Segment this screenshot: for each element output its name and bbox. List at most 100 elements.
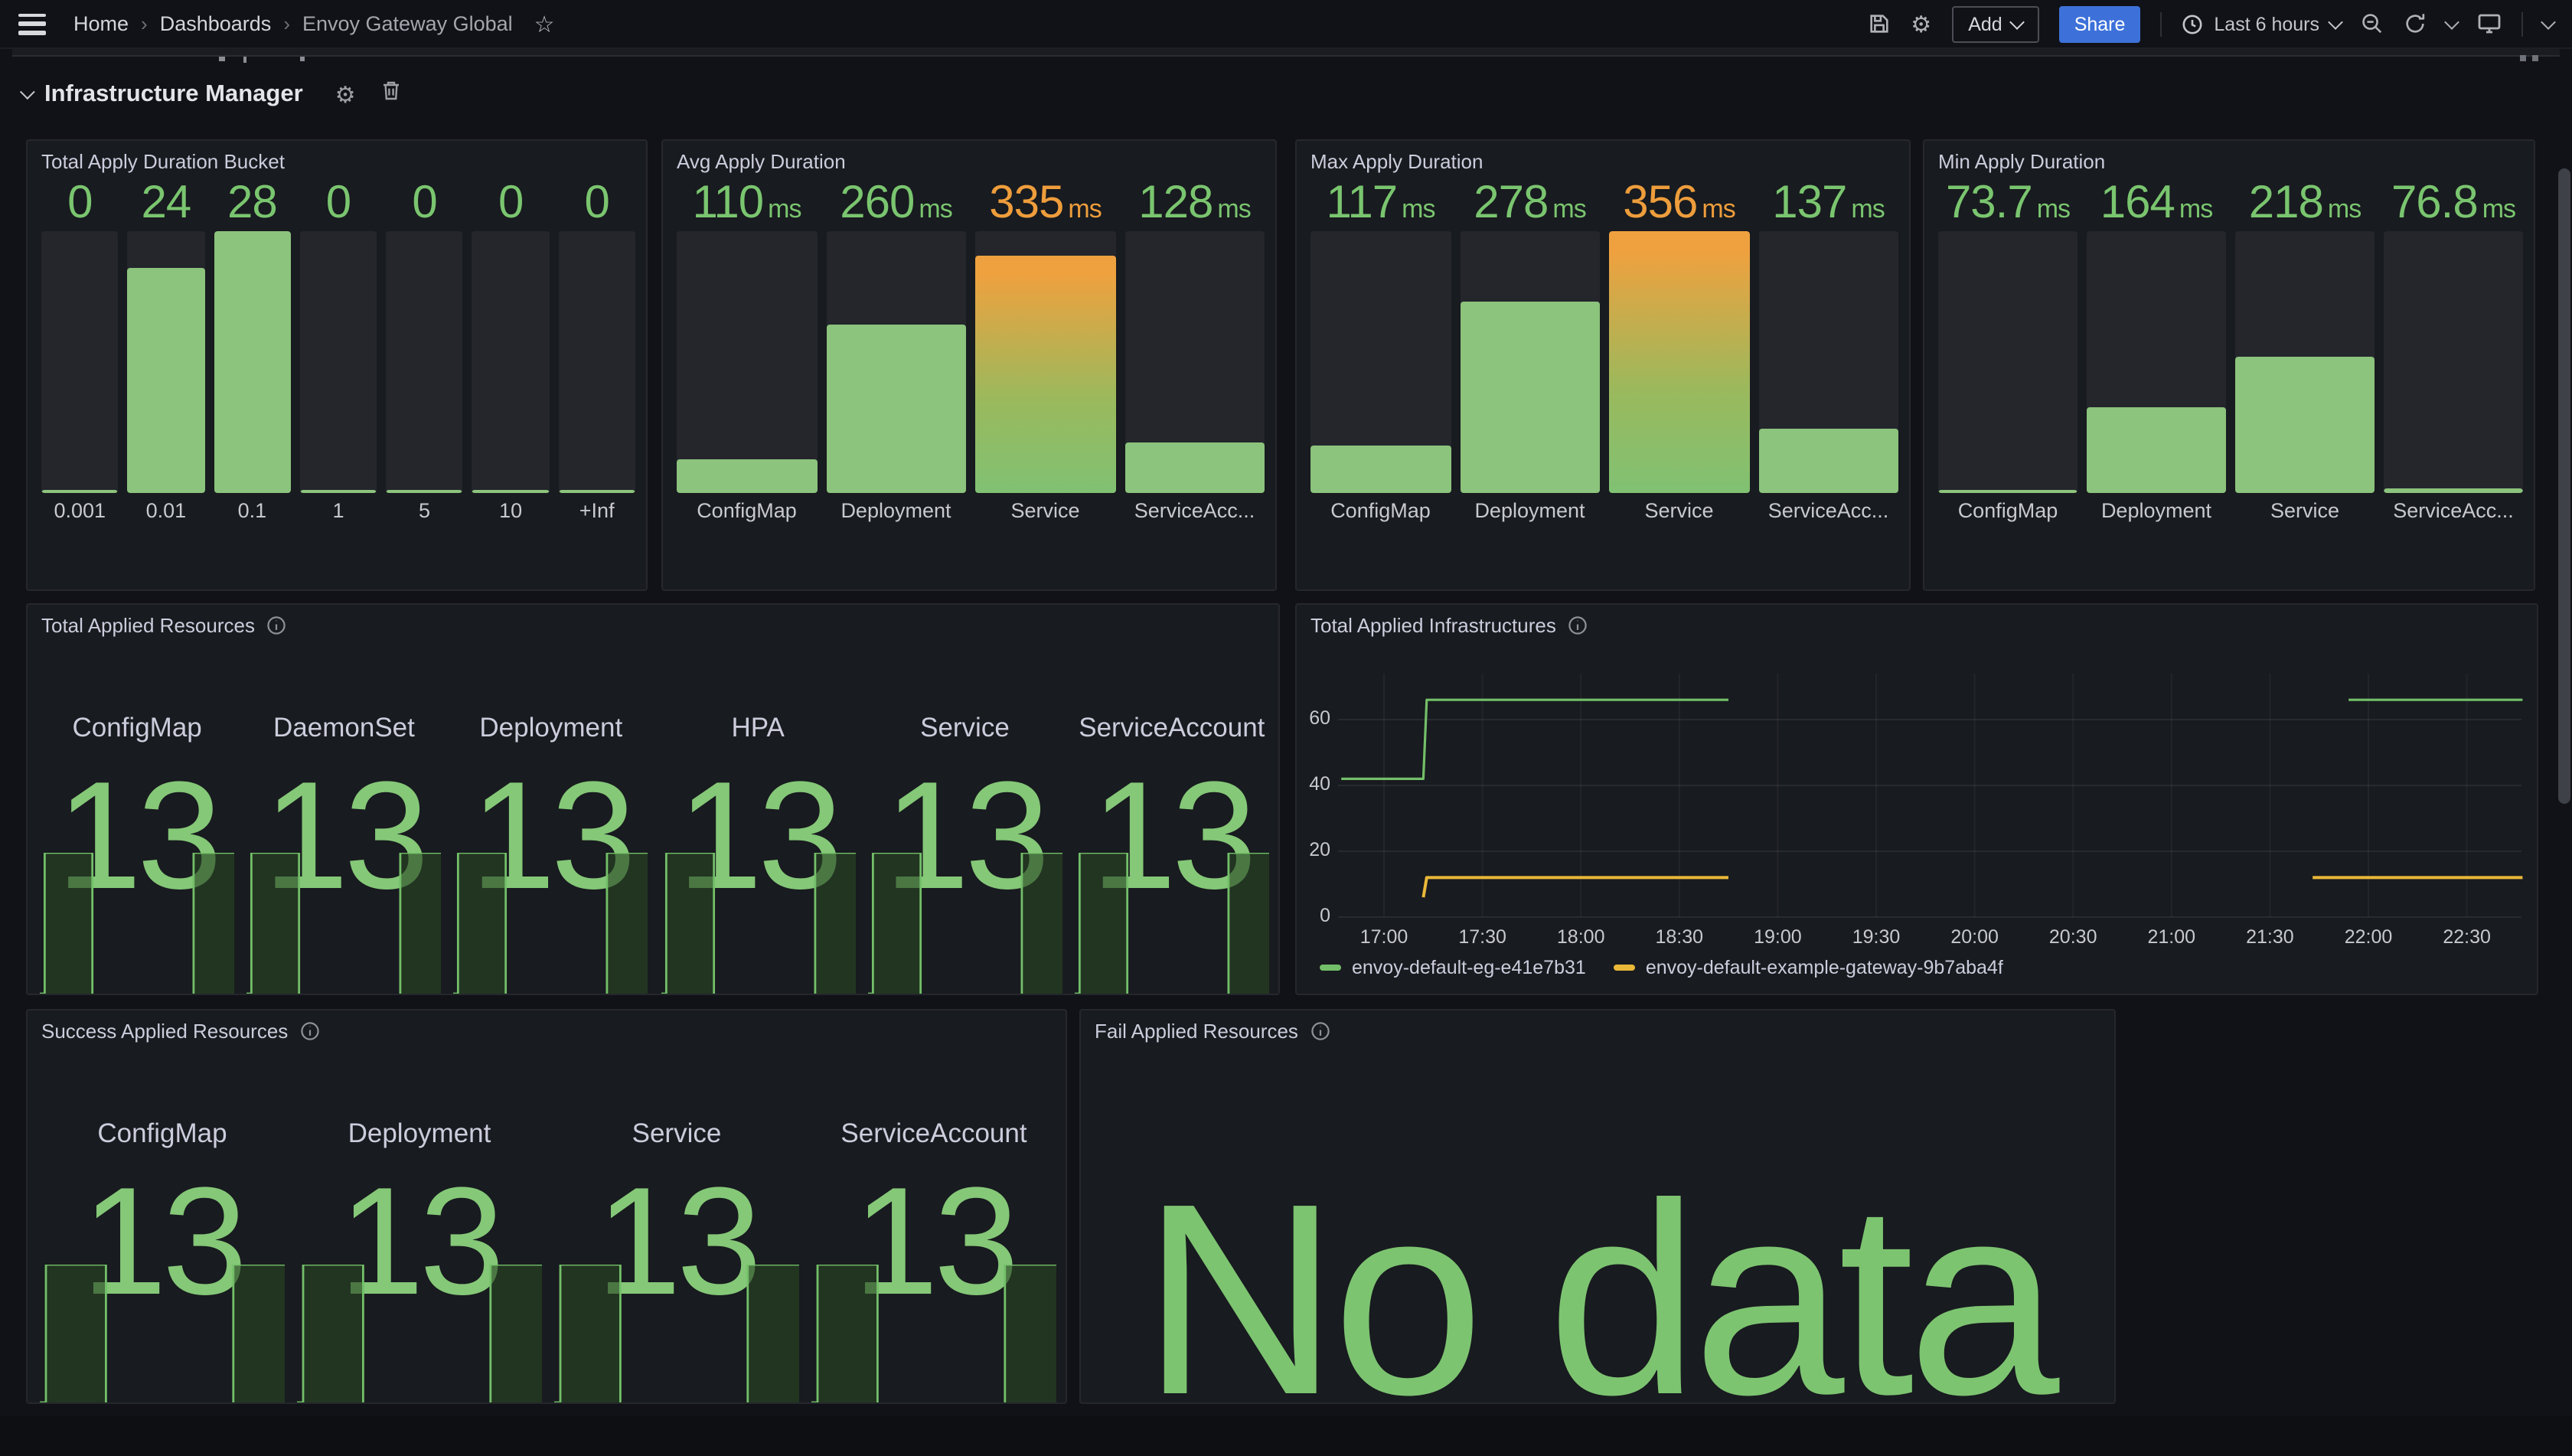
gauge-fill	[214, 231, 291, 493]
stat-label: ConfigMap	[40, 712, 234, 744]
gauge-value: 117ms	[1310, 178, 1451, 230]
row-delete-icon[interactable]	[382, 80, 402, 109]
stat-sparkline	[811, 1265, 1056, 1402]
gauge-value: 356ms	[1609, 178, 1749, 230]
stat-sparkline	[454, 853, 648, 994]
stat-label: Service	[867, 712, 1062, 744]
gauge-bar-Deployment: 278msDeployment	[1460, 141, 1600, 589]
gauge-value: 28	[214, 178, 291, 230]
gauge-fill	[472, 489, 550, 493]
divider	[2160, 11, 2162, 36]
gauge-label: ServiceAcc...	[1758, 499, 1898, 522]
info-icon[interactable]	[1310, 1021, 1330, 1041]
gauge-bar-5: 05	[386, 141, 463, 589]
gauge-fill	[1124, 442, 1265, 493]
gauge-track	[2235, 231, 2375, 493]
stat-sparkline	[661, 853, 855, 994]
legend-item[interactable]: envoy-default-eg-e41e7b31	[1320, 957, 1586, 978]
stat-sparkline	[40, 853, 234, 994]
panel-drag-handle-icon[interactable]	[2520, 55, 2538, 61]
x-axis-tick: 18:00	[1542, 926, 1619, 948]
zoom-out-icon[interactable]	[2361, 12, 2384, 35]
gauge-value: 73.7ms	[1938, 178, 2078, 230]
stat-label: DaemonSet	[246, 712, 441, 744]
panel-min: Min Apply Duration73.7msConfigMap164msDe…	[1923, 139, 2535, 591]
tv-kiosk-icon[interactable]	[2477, 12, 2502, 35]
cut-off-panel-fragment	[12, 49, 2560, 57]
x-axis-tick: 20:00	[1937, 926, 2013, 948]
share-button[interactable]: Share	[2059, 5, 2141, 42]
gauge-label: Service	[1609, 499, 1749, 522]
breadcrumb-item-home[interactable]: Home	[73, 12, 129, 35]
stat-sparkline	[40, 1265, 285, 1402]
stat-daemonset: DaemonSet13	[246, 605, 441, 994]
gauge-bar-ServiceAcc...: 128msServiceAcc...	[1124, 141, 1265, 589]
gauge-value: 0	[41, 178, 119, 230]
gauge-fill	[2235, 357, 2375, 493]
save-dashboard-icon[interactable]	[1868, 12, 1891, 35]
gauge-bar-Service: 218msService	[2235, 141, 2375, 589]
gauge-fill	[677, 459, 817, 493]
gauge-track	[558, 231, 635, 493]
nav-left: Home›Dashboards›Envoy Gateway Global ☆	[18, 10, 555, 38]
gauge-value: 218ms	[2235, 178, 2375, 230]
clock-icon	[2182, 13, 2203, 34]
gauge-fill	[2087, 407, 2226, 493]
timeseries-plot[interactable]: 020406017:0017:3018:0018:3019:0019:3020:…	[1297, 605, 2537, 994]
time-range-picker[interactable]: Last 6 hours	[2182, 13, 2341, 34]
x-axis-tick: 19:00	[1739, 926, 1816, 948]
collapse-row-icon[interactable]	[20, 84, 35, 100]
panel-total_resources: Total Applied ResourcesConfigMap13Daemon…	[26, 603, 1280, 995]
legend-series-color	[1614, 965, 1635, 971]
page-scrollbar[interactable]	[2558, 168, 2570, 804]
gauge-label: Service	[975, 499, 1115, 522]
add-button[interactable]: Add	[1951, 5, 2039, 42]
gauge-value: 0	[300, 178, 377, 230]
stat-sparkline	[867, 853, 1062, 994]
row-title[interactable]: Infrastructure Manager	[44, 80, 303, 108]
gauge-bar-Service: 356ms Service	[1609, 141, 1749, 589]
breadcrumb-item-envoy-gateway-global[interactable]: Envoy Gateway Global	[302, 12, 513, 35]
legend-item[interactable]: envoy-default-example-gateway-9b7aba4f	[1614, 957, 2003, 978]
gauge-fill	[558, 489, 635, 493]
gauge-label: 1	[300, 499, 377, 522]
chart-legend: envoy-default-eg-e41e7b31 envoy-default-e…	[1320, 957, 2003, 978]
gauge-value: 0	[472, 178, 550, 230]
gauge-bar-Deployment: 260msDeployment	[826, 141, 966, 589]
stat-label: ServiceAccount	[811, 1118, 1056, 1150]
refresh-icon[interactable]	[2404, 12, 2427, 35]
gauge-bar-+Inf: 0+Inf	[558, 141, 635, 589]
x-axis-tick: 22:00	[2330, 926, 2407, 948]
gauge-value: 137ms	[1758, 178, 1898, 230]
dashboard-settings-icon[interactable]: ⚙	[1911, 10, 1931, 38]
stat-label: ConfigMap	[40, 1118, 285, 1150]
stat-label: ServiceAccount	[1075, 712, 1269, 744]
chevron-down-icon	[2009, 14, 2025, 29]
breadcrumb-item-dashboards[interactable]: Dashboards	[160, 12, 272, 35]
panel-title[interactable]: Fail Applied Resources	[1095, 1020, 1298, 1043]
gauge-fill	[1758, 428, 1898, 493]
gauge-fill	[41, 489, 119, 493]
gauge-track	[472, 231, 550, 493]
gauge-fill	[1609, 231, 1749, 493]
gauge-track	[1460, 231, 1600, 493]
stat-sparkline	[554, 1265, 799, 1402]
gauge-bar-ConfigMap: 73.7msConfigMap	[1938, 141, 2078, 589]
gauge-bar-ConfigMap: 117msConfigMap	[1310, 141, 1451, 589]
stat-service: Service13	[554, 1010, 799, 1402]
star-icon[interactable]: ☆	[534, 10, 555, 38]
legend-series-color	[1320, 965, 1341, 971]
menu-icon[interactable]	[18, 13, 46, 34]
stat-label: HPA	[661, 712, 855, 744]
y-axis-tick: 60	[1284, 707, 1330, 729]
collapse-nav-chevron[interactable]	[2543, 21, 2554, 27]
panel-max: Max Apply Duration117msConfigMap278msDep…	[1295, 139, 1911, 591]
gauge-track	[386, 231, 463, 493]
stat-configmap: ConfigMap13	[40, 605, 234, 994]
panel-total-applied-infrastructures: Total Applied Infrastructures020406017:0…	[1295, 603, 2538, 995]
refresh-interval-dropdown[interactable]	[2446, 21, 2457, 27]
stat-hpa: HPA13	[661, 605, 855, 994]
y-axis-tick: 0	[1284, 905, 1330, 926]
stat-deployment: Deployment13	[454, 605, 648, 994]
row-settings-icon[interactable]: ⚙	[335, 80, 356, 108]
